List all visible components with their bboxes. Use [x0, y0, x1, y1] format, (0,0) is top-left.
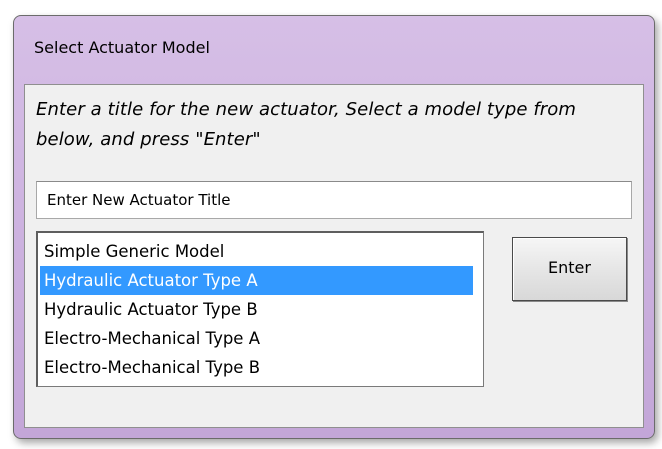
window-title: Select Actuator Model [34, 38, 210, 57]
title-bar[interactable]: Select Actuator Model [14, 16, 654, 84]
enter-button[interactable]: Enter [512, 237, 627, 301]
dialog-window: Select Actuator Model Enter a title for … [13, 15, 655, 439]
list-item[interactable]: Electro-Mechanical Type B [40, 353, 473, 382]
actuator-title-input[interactable] [36, 181, 632, 219]
instructions-label: Enter a title for the new actuator, Sele… [36, 99, 577, 150]
list-item[interactable]: Simple Generic Model [40, 237, 473, 266]
list-item[interactable]: Hydraulic Actuator Type B [40, 295, 473, 324]
dialog-client-area: Enter a title for the new actuator, Sele… [24, 84, 644, 428]
list-item-selected[interactable]: Hydraulic Actuator Type A [40, 266, 473, 295]
model-type-listbox[interactable]: Simple Generic Model Hydraulic Actuator … [36, 231, 484, 387]
list-item[interactable]: Electro-Mechanical Type A [40, 324, 473, 353]
